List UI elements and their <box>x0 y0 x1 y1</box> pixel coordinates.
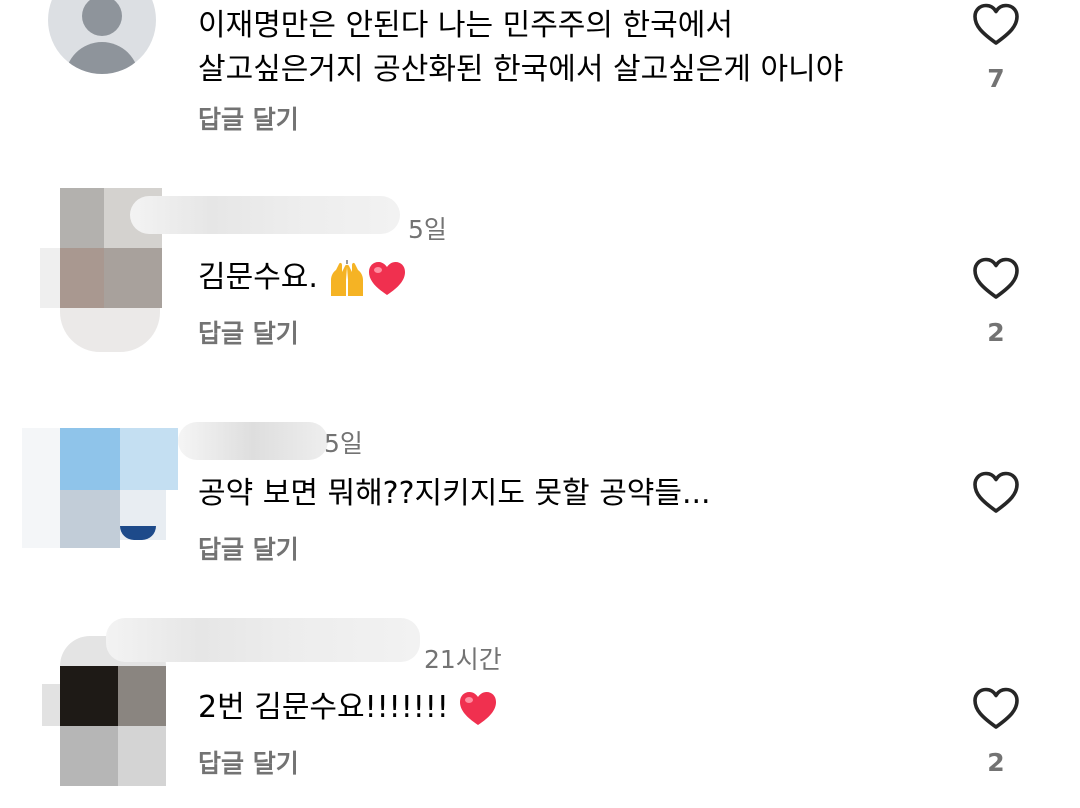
avatar[interactable] <box>22 428 178 552</box>
comment-time: 5일 <box>408 215 447 244</box>
like-count: 2 <box>987 318 1005 347</box>
comment-text: 김문수요. <box>198 256 407 300</box>
like-count: 7 <box>987 64 1005 93</box>
default-avatar-icon[interactable] <box>48 0 156 74</box>
avatar[interactable] <box>40 188 162 354</box>
reply-button[interactable]: 답글 달기 <box>198 744 299 780</box>
username[interactable] <box>130 196 400 234</box>
username[interactable] <box>106 618 420 662</box>
heart-emoji <box>369 261 406 295</box>
reply-button[interactable]: 답글 달기 <box>198 530 299 566</box>
comment-text: 이재명만은 안된다 나는 민주주의 한국에서 살고싶은거지 공산화된 한국에서 … <box>198 8 844 87</box>
comment-text: 공약 보면 뭐해??지키지도 못할 공약들... <box>198 476 711 511</box>
heart-outline-icon[interactable] <box>972 686 1020 730</box>
avatar[interactable] <box>42 636 166 808</box>
heart-emoji <box>460 691 497 725</box>
reply-button[interactable]: 답글 달기 <box>198 100 299 136</box>
comment-item: 이재명만은 안된다 나는 민주주의 한국에서 살고싶은거지 공산화된 한국에서 … <box>0 0 1080 160</box>
comment-time: 5일 <box>324 429 363 458</box>
comment-text: 2번 김문수요!!!!!!! <box>198 686 498 730</box>
comment-time: 21시간 <box>424 645 502 674</box>
heart-outline-icon[interactable] <box>972 470 1020 514</box>
raising-hands-emoji <box>331 259 364 296</box>
heart-outline-icon[interactable] <box>972 256 1020 300</box>
heart-outline-icon[interactable] <box>972 2 1020 46</box>
username[interactable] <box>178 422 328 460</box>
reply-button[interactable]: 답글 달기 <box>198 314 299 350</box>
like-count: 2 <box>987 748 1005 777</box>
